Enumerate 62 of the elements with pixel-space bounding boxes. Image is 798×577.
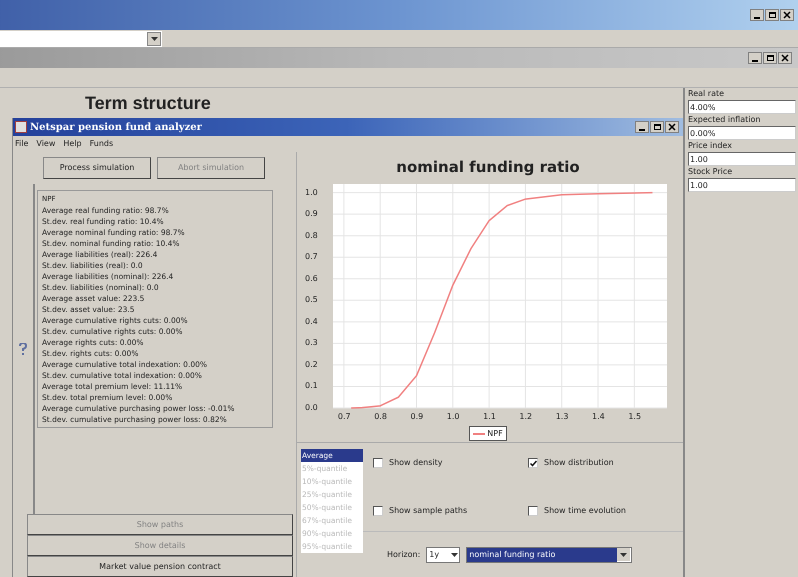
- y-tick-label: 0.7: [305, 252, 318, 262]
- input-field[interactable]: 1.00: [688, 152, 796, 166]
- combo-box[interactable]: [0, 30, 162, 46]
- x-tick-label: 1.3: [556, 412, 568, 422]
- y-tick-label: 0.4: [305, 316, 318, 327]
- close-icon[interactable]: [778, 52, 792, 64]
- x-tick-label: 1.0: [446, 412, 460, 422]
- caret-icon: [451, 552, 458, 556]
- input-field[interactable]: 4.00%: [688, 100, 796, 114]
- y-tick-label: 0.2: [305, 360, 318, 370]
- option-checkbox[interactable]: Show time evolution: [528, 505, 683, 517]
- field-label: Stock Price: [688, 166, 734, 178]
- legend-label: NPF: [487, 428, 503, 440]
- field-label: Real rate: [688, 88, 726, 100]
- input-field[interactable]: 1.00: [688, 178, 796, 192]
- y-tick-label: 0.5: [305, 295, 318, 306]
- minimize-icon[interactable]: [748, 52, 762, 64]
- minimize-icon[interactable]: [750, 9, 764, 21]
- menu-item[interactable]: Help: [63, 138, 82, 150]
- minimize-icon[interactable]: [635, 121, 649, 133]
- chart-legend: NPF: [469, 426, 507, 441]
- input-field[interactable]: 0.00%: [688, 126, 796, 140]
- term-structure-title: Term structure: [85, 92, 211, 114]
- simulation-button[interactable]: Process simulation: [43, 157, 151, 179]
- y-tick-label: 0.3: [305, 338, 318, 348]
- y-tick-label: 0.6: [305, 274, 318, 284]
- menu-item[interactable]: File: [15, 138, 28, 150]
- chart-title: nominal funding ratio: [395, 157, 581, 178]
- option-checkbox[interactable]: Show distribution: [528, 457, 683, 469]
- y-tick-label: 0.8: [305, 230, 318, 241]
- y-tick-label: 0.1: [305, 381, 318, 392]
- action-button[interactable]: Market value pension contract: [27, 556, 293, 577]
- caret-icon: [150, 36, 158, 40]
- x-tick-label: 0.9: [410, 412, 424, 422]
- x-tick-label: 1.1: [483, 412, 496, 422]
- menu-item[interactable]: Funds: [90, 138, 114, 150]
- field-label: Price index: [688, 140, 733, 152]
- maximize-icon[interactable]: [763, 52, 777, 64]
- variable-select[interactable]: nominal funding ratio: [466, 546, 632, 562]
- option-checkbox[interactable]: Show sample paths: [373, 505, 528, 517]
- close-icon[interactable]: [665, 121, 679, 133]
- horizon-select[interactable]: 1y: [426, 546, 460, 562]
- field-label: Expected inflation: [688, 114, 762, 126]
- y-tick-label: 0.0: [305, 403, 318, 413]
- option-checkbox[interactable]: Show density: [373, 457, 528, 469]
- maximize-icon[interactable]: [650, 121, 664, 133]
- horizon-label: Horizon:: [387, 548, 420, 560]
- y-tick-label: 1.0: [305, 188, 318, 198]
- x-tick-label: 0.7: [338, 412, 351, 422]
- app-title: Netspar pension fund analyzer: [30, 120, 202, 134]
- x-tick-label: 1.5: [628, 412, 642, 422]
- x-tick-label: 1.2: [519, 412, 532, 422]
- maximize-icon[interactable]: [765, 9, 779, 21]
- close-icon[interactable]: [780, 9, 794, 21]
- x-tick-label: 1.4: [592, 412, 605, 422]
- y-tick-label: 0.9: [305, 209, 318, 220]
- menu-item[interactable]: View: [36, 138, 56, 150]
- check-icon: [530, 460, 536, 466]
- caret-icon: [620, 552, 628, 556]
- help-icon[interactable]: [19, 343, 27, 355]
- app-icon: [15, 121, 27, 133]
- x-tick-label: 0.8: [374, 412, 387, 422]
